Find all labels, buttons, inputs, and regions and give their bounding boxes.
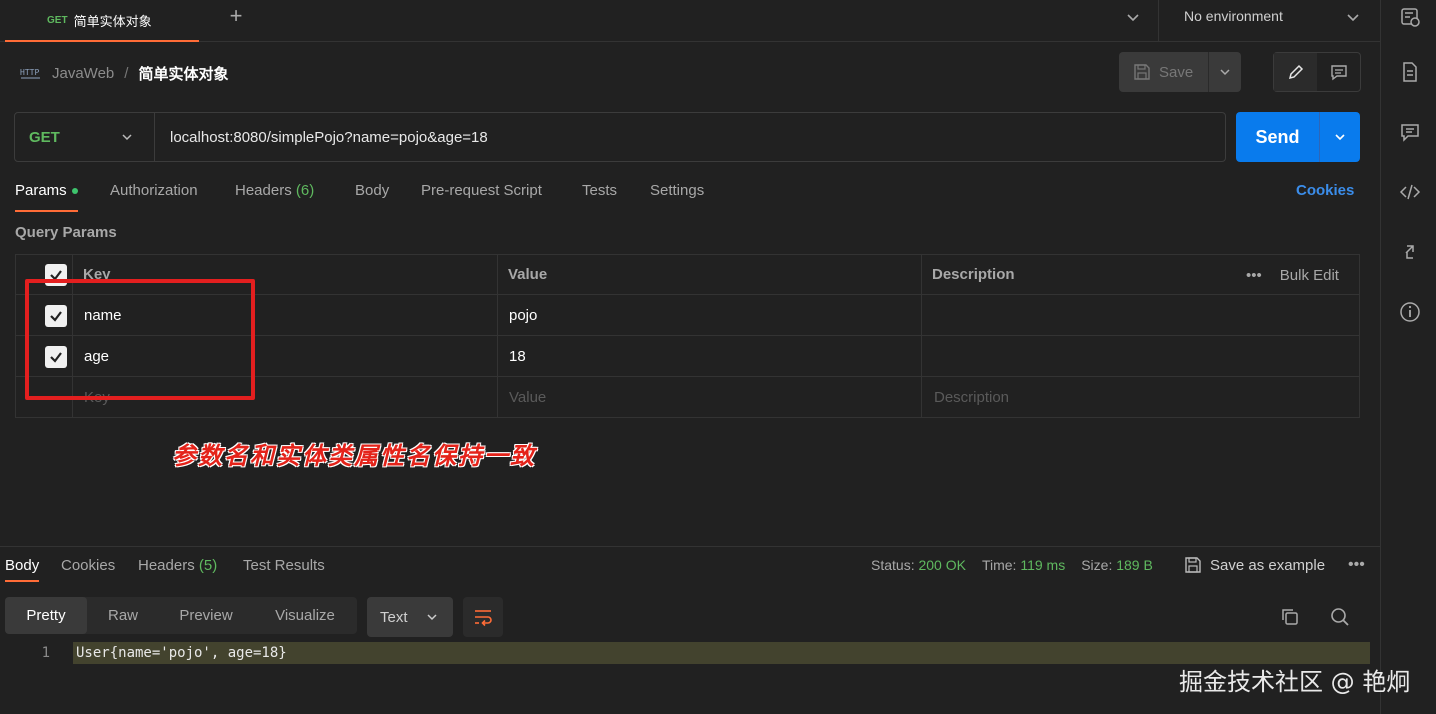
- code-line: 1 User{name='pojo', age=18}: [0, 642, 1370, 664]
- save-button[interactable]: Save: [1119, 52, 1209, 92]
- description-header: Description: [932, 266, 1015, 283]
- add-tab-icon[interactable]: +: [223, 4, 249, 30]
- save-as-example-button[interactable]: Save as example: [1184, 556, 1325, 574]
- active-dot-icon: [71, 188, 78, 195]
- line-number: 1: [41, 645, 50, 661]
- value-placeholder[interactable]: Value: [509, 377, 546, 417]
- response-meta: Status: 200 OK Time: 119 ms Size: 189 B: [871, 557, 1153, 573]
- breadcrumb-collection[interactable]: JavaWeb: [52, 65, 114, 82]
- comments-icon[interactable]: [1398, 120, 1422, 144]
- format-raw[interactable]: Raw: [87, 597, 159, 634]
- tab-bar: GET 简单实体对象 + No environment: [0, 0, 1388, 42]
- chevron-down-icon[interactable]: [1209, 52, 1241, 92]
- wrap-lines-icon[interactable]: [463, 597, 503, 637]
- svg-text:HTTP: HTTP: [20, 68, 39, 77]
- chevron-down-icon[interactable]: [1344, 8, 1362, 26]
- chevron-down-icon: [120, 130, 134, 144]
- tab-label: Headers: [235, 182, 292, 199]
- environment-quicklook-icon[interactable]: [1398, 5, 1422, 29]
- breadcrumb: HTTP JavaWeb / 简单实体对象: [20, 62, 228, 84]
- description-placeholder[interactable]: Description: [934, 377, 1009, 417]
- url-input[interactable]: [155, 128, 1225, 146]
- more-options-icon[interactable]: •••: [1348, 556, 1365, 574]
- watermark: 掘金技术社区 @ 艳炯: [1179, 668, 1411, 696]
- breadcrumb-request[interactable]: 简单实体对象: [138, 63, 228, 84]
- save-button-group: Save: [1119, 52, 1241, 92]
- value-header: Value: [508, 266, 548, 283]
- tab-authorization[interactable]: Authorization: [110, 182, 198, 212]
- cookies-link[interactable]: Cookies: [1296, 182, 1354, 199]
- related-collections-icon[interactable]: [1398, 240, 1422, 264]
- info-icon[interactable]: [1398, 300, 1422, 324]
- tab-count: (5): [198, 557, 218, 574]
- format-visualize[interactable]: Visualize: [253, 597, 357, 634]
- edit-pencil-icon[interactable]: [1274, 53, 1317, 91]
- tab-params[interactable]: Params: [15, 182, 78, 212]
- tab-count: (6): [295, 182, 315, 199]
- divider: [0, 546, 1380, 547]
- code-icon[interactable]: [1398, 180, 1422, 204]
- status[interactable]: Status: 200 OK: [871, 557, 966, 573]
- time[interactable]: Time: 119 ms: [982, 557, 1065, 573]
- tab-label: Params: [15, 182, 67, 199]
- chevron-down-icon: [425, 610, 439, 624]
- breadcrumb-separator: /: [124, 64, 129, 82]
- chevron-down-icon[interactable]: [1320, 112, 1360, 162]
- response-tab-cookies[interactable]: Cookies: [61, 557, 115, 574]
- tab-title: 简单实体对象: [73, 13, 152, 29]
- tab-method: GET: [47, 14, 68, 26]
- format-preview[interactable]: Preview: [159, 597, 253, 634]
- http-icon: HTTP: [20, 63, 42, 83]
- tab-body[interactable]: Body: [355, 182, 389, 212]
- response-tab-body[interactable]: Body: [5, 557, 40, 582]
- request-tab-active[interactable]: GET 简单实体对象: [5, 0, 199, 42]
- environment-select[interactable]: No environment: [1184, 8, 1283, 24]
- response-tab-test-results[interactable]: Test Results: [243, 557, 325, 574]
- size[interactable]: Size: 189 B: [1081, 557, 1153, 573]
- param-value[interactable]: 18: [509, 336, 526, 376]
- method-select[interactable]: GET: [15, 113, 155, 161]
- copy-icon[interactable]: [1278, 605, 1302, 629]
- tab-pre-request-script[interactable]: Pre-request Script: [421, 182, 542, 212]
- save-icon: [1133, 63, 1151, 81]
- response-body-text[interactable]: User{name='pojo', age=18}: [76, 642, 287, 664]
- save-example-label: Save as example: [1210, 556, 1326, 574]
- search-icon[interactable]: [1328, 605, 1352, 629]
- view-toggle: [1273, 52, 1361, 92]
- bulk-edit-button[interactable]: Bulk Edit: [1280, 267, 1339, 284]
- chevron-down-icon[interactable]: [1124, 8, 1142, 26]
- tab-label: Headers: [138, 557, 195, 574]
- annotation-highlight-box: [25, 279, 255, 400]
- response-tab-headers[interactable]: Headers (5): [138, 557, 217, 574]
- url-bar: GET: [14, 112, 1226, 162]
- query-params-title: Query Params: [15, 224, 117, 241]
- format-pretty[interactable]: Pretty: [5, 597, 87, 634]
- tab-headers[interactable]: Headers (6): [235, 182, 314, 212]
- comment-icon[interactable]: [1317, 53, 1360, 91]
- documentation-icon[interactable]: [1398, 60, 1422, 84]
- language-select[interactable]: Text: [367, 597, 453, 637]
- divider: [1158, 0, 1159, 42]
- send-button-group: Send: [1236, 112, 1360, 162]
- send-button[interactable]: Send: [1236, 112, 1320, 162]
- tab-settings[interactable]: Settings: [650, 182, 704, 212]
- annotation-text: 参数名和实体类属性名保持一致: [172, 441, 536, 470]
- method-label: GET: [29, 128, 60, 146]
- language-label: Text: [380, 608, 408, 626]
- tab-tests[interactable]: Tests: [582, 182, 617, 212]
- save-label: Save: [1159, 63, 1194, 81]
- more-options-icon[interactable]: •••: [1246, 267, 1262, 284]
- save-icon: [1184, 556, 1202, 574]
- format-selector: Pretty Raw Preview Visualize: [5, 597, 357, 634]
- right-sidebar: [1380, 0, 1436, 714]
- param-value[interactable]: pojo: [509, 295, 537, 335]
